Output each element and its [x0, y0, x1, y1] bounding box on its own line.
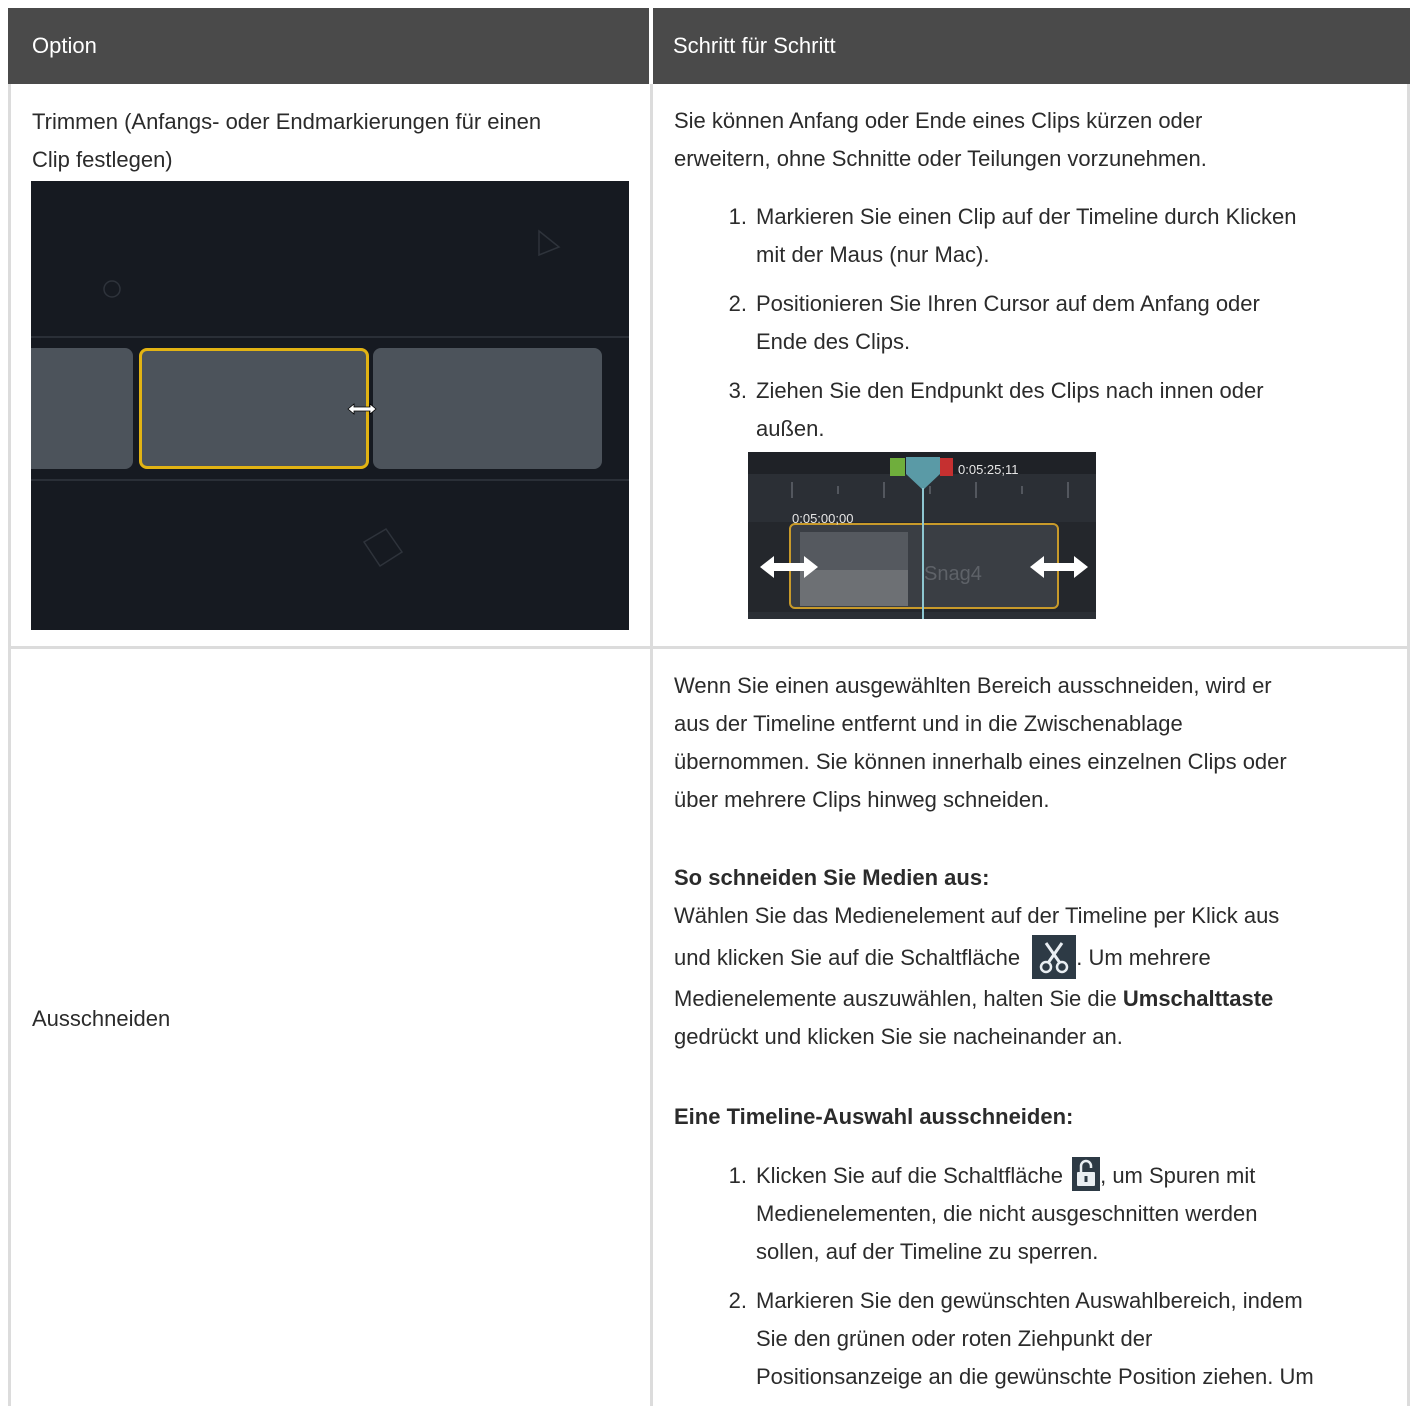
list-item-text: Klicken Sie auf die Schaltfläche , um Sp… — [756, 1157, 1393, 1195]
trim-illustration — [31, 181, 629, 630]
table-border-right — [1407, 84, 1410, 1406]
list-number: 1. — [728, 204, 747, 229]
column-header-steps: Schritt für Schritt — [653, 8, 1410, 84]
list-item: 1. Markieren Sie einen Clip auf der Time… — [713, 198, 1393, 274]
option-trim-line: Clip festlegen) — [32, 147, 173, 172]
cut-intro-line: Wenn Sie einen ausgewählten Bereich auss… — [674, 673, 1272, 698]
list-item-text: Positionsanzeige an die gewünschte Posit… — [756, 1364, 1314, 1389]
table-border-left — [8, 84, 11, 1406]
cut-media-text: . Um mehrere — [1076, 945, 1211, 970]
trim-steps: 1. Markieren Sie einen Clip auf der Time… — [713, 198, 1393, 448]
list-item-text: Sie den grünen oder roten Ziehpunkt der — [756, 1326, 1153, 1351]
lock-icon — [1072, 1157, 1101, 1192]
cut-media-line: gedrückt und klicken Sie sie nacheinande… — [674, 1024, 1123, 1049]
list-item-text: Ziehen Sie den Endpunkt des Clips nach i… — [756, 378, 1264, 403]
list-item-text: außen. — [756, 416, 825, 441]
cut-media-line: Medienelemente auszuwählen, halten Sie d… — [674, 980, 1404, 1018]
trim-intro-line: erweitern, ohne Schnitte oder Teilungen … — [674, 146, 1207, 171]
timeline-clip-name: Snag4 — [924, 563, 982, 585]
timeline-graphic — [748, 452, 1096, 619]
track-line-bottom — [31, 479, 629, 481]
resize-cursor-icon — [347, 403, 377, 415]
trim-intro-line: Sie können Anfang oder Ende eines Clips … — [674, 108, 1203, 133]
clip-left — [31, 348, 133, 469]
list-item-text: Positionieren Sie Ihren Cursor auf dem A… — [756, 291, 1260, 316]
column-header-option: Option — [8, 8, 649, 84]
list-item: 3. Ziehen Sie den Endpunkt des Clips nac… — [713, 372, 1393, 448]
timeline-time-marker: 0:05:25;11 — [958, 462, 1019, 477]
section-heading: So schneiden Sie Medien aus: — [674, 865, 990, 890]
track-line-top — [31, 336, 629, 338]
option-trim: Trimmen (Anfangs- oder Endmarkierungen f… — [32, 103, 632, 179]
cut-media-line: und klicken Sie auf die Schaltfläche . U… — [674, 935, 1404, 980]
cut-media-text: und klicken Sie auf die Schaltfläche — [674, 945, 1021, 970]
cut-steps: 1. Klicken Sie auf die Schaltfläche , um… — [713, 1157, 1393, 1396]
list-item: 2. Positionieren Sie Ihren Cursor auf de… — [713, 285, 1393, 361]
scissors-icon — [1032, 935, 1077, 980]
row-divider — [8, 646, 1410, 649]
list-item-text: Markieren Sie den gewünschten Auswahlber… — [756, 1288, 1303, 1313]
cut-intro-line: über mehrere Clips hinweg schneiden. — [674, 787, 1050, 812]
list-item-text: , um Spuren mit — [1100, 1163, 1256, 1188]
cut-media-line: Wählen Sie das Medienelement auf der Tim… — [674, 903, 1280, 928]
clip-right — [373, 348, 602, 469]
cut-media-section: So schneiden Sie Medien aus: Wählen Sie … — [674, 859, 1404, 1056]
list-number: 3. — [728, 378, 747, 403]
option-cut: Ausschneiden — [32, 1006, 171, 1031]
timeline-time-start: 0:05:00;00 — [792, 511, 854, 526]
list-number: 2. — [728, 291, 747, 316]
steps-table: Option Schritt für Schritt Trimmen (Anfa… — [8, 8, 1410, 1406]
list-item-text: Medienelementen, die nicht ausgeschnitte… — [756, 1201, 1258, 1226]
cut-intro-line: aus der Timeline entfernt und in die Zwi… — [674, 711, 1183, 736]
trim-intro: Sie können Anfang oder Ende eines Clips … — [674, 102, 1394, 178]
list-item-text: Ende des Clips. — [756, 329, 911, 354]
option-trim-line: Trimmen (Anfangs- oder Endmarkierungen f… — [32, 109, 542, 134]
cut-intro-line: übernommen. Sie können innerhalb eines e… — [674, 749, 1287, 774]
clip-selected[interactable] — [139, 348, 369, 469]
list-item-text: Markieren Sie einen Clip auf der Timelin… — [756, 204, 1297, 229]
shift-key-label: Umschalttaste — [1122, 986, 1274, 1011]
list-item-text: Klicken Sie auf die Schaltfläche — [756, 1163, 1063, 1188]
list-item: 2. Markieren Sie den gewünschten Auswahl… — [713, 1282, 1393, 1396]
list-number: 1. — [728, 1163, 747, 1188]
list-number: 2. — [728, 1288, 747, 1313]
cut-media-text: Medienelemente auszuwählen, halten Sie d… — [674, 986, 1117, 1011]
cut-intro: Wenn Sie einen ausgewählten Bereich auss… — [674, 667, 1404, 819]
list-item-text: mit der Maus (nur Mac). — [756, 242, 990, 267]
column-divider — [650, 84, 653, 1406]
section-heading: Eine Timeline-Auswahl ausschneiden: — [674, 1104, 1074, 1129]
timeline-screenshot: 0:05:25;11 0:05:00;00 Snag4 — [748, 452, 1096, 619]
list-item-text: sollen, auf der Timeline zu sperren. — [756, 1239, 1099, 1264]
list-item: 1. Klicken Sie auf die Schaltfläche , um… — [713, 1157, 1393, 1271]
